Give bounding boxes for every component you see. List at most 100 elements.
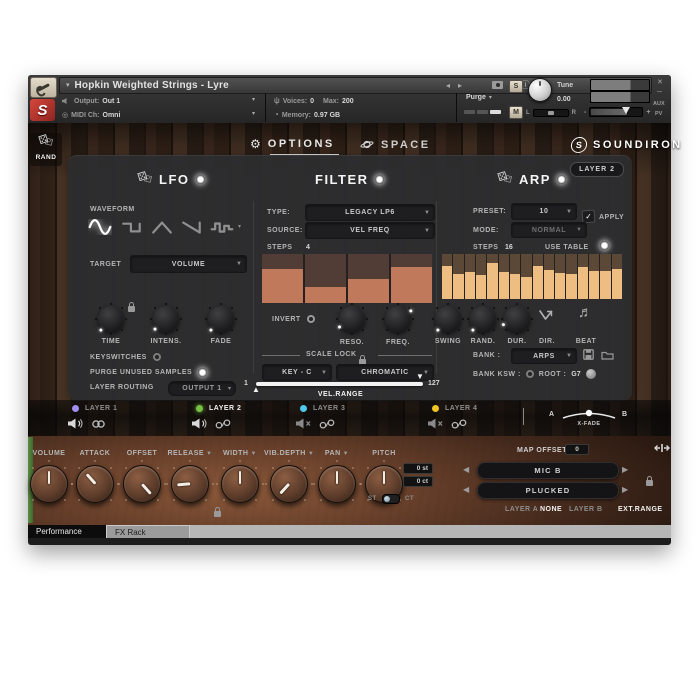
invert-control[interactable]: INVERT (272, 315, 315, 323)
arp-step-cell-4[interactable] (476, 254, 486, 299)
pv-label[interactable]: pv (655, 111, 662, 117)
mic-next-arrow[interactable]: ▶ (622, 466, 628, 474)
layer-a-button[interactable]: LAYER A (505, 506, 538, 513)
arp-beat-icon[interactable]: ♬ (578, 305, 593, 320)
arp-mode-dropdown[interactable]: NORMAL▼ (511, 222, 587, 238)
arp-step-cell-16[interactable] (612, 254, 622, 299)
bank-dropdown[interactable]: ARPS▼ (511, 348, 577, 364)
link-icon[interactable] (91, 416, 106, 434)
st-ct-toggle[interactable] (382, 494, 400, 504)
time-knob[interactable] (98, 306, 124, 332)
tab-space[interactable]: SPACE (360, 138, 431, 151)
knob-group-release[interactable]: RELEASE▼ (165, 442, 215, 503)
arp-step-cell-8[interactable] (521, 254, 531, 299)
pitch-cent-box[interactable]: 0 ct (403, 476, 433, 487)
xfade-slider[interactable] (560, 407, 618, 421)
arp-power-led[interactable] (557, 175, 566, 184)
articulation-prev-arrow[interactable]: ◀ (463, 486, 469, 494)
arp-step-cell-3[interactable] (465, 254, 475, 299)
tune-knob[interactable] (528, 78, 552, 102)
waveform-random-icon[interactable] (210, 219, 234, 235)
link-broken-icon[interactable] (451, 416, 467, 434)
filter-step-table[interactable] (262, 254, 432, 303)
globe-icon[interactable] (586, 369, 596, 379)
aux-label[interactable]: aux (653, 101, 665, 107)
knob-group-pan[interactable]: PAN▼ (312, 442, 362, 503)
arp-step-cell-14[interactable] (589, 254, 599, 299)
waveform-square-icon[interactable] (121, 219, 143, 235)
footer-tab-fx-rack[interactable]: FX Rack (106, 525, 190, 538)
arp-step-cell-13[interactable] (578, 254, 588, 299)
arp-step-cell-7[interactable] (510, 254, 520, 299)
knob-group-width[interactable]: WIDTH▼ (215, 442, 265, 503)
volume-control[interactable]: - + (584, 107, 650, 117)
knob-dropdown-caret-icon[interactable]: ▼ (343, 451, 349, 457)
prev-instrument-icon[interactable]: ◂ (446, 82, 450, 90)
arp-step-cell-1[interactable] (442, 254, 452, 299)
arp-step-table[interactable] (442, 254, 622, 299)
arp-direction-icon[interactable] (539, 309, 555, 322)
wood-knob[interactable] (270, 465, 308, 503)
filter-step-cell-3[interactable] (348, 254, 389, 303)
layer-item-2[interactable]: LAYER 2 (196, 404, 241, 434)
waveform-caret-icon[interactable]: ▾ (238, 224, 241, 230)
next-instrument-icon[interactable]: ▸ (458, 82, 462, 90)
pan-control[interactable]: L R (526, 109, 576, 117)
collapse-caret-icon[interactable]: ▾ (66, 82, 70, 89)
purge-unused-led[interactable] (198, 368, 207, 377)
volume-minus[interactable]: - (584, 109, 586, 116)
midi-row[interactable]: ◎ MIDI Ch: Omni (62, 109, 120, 121)
waveform-sine-icon[interactable] (88, 219, 112, 235)
speaker-on-icon[interactable] (192, 416, 208, 434)
filter-power-led[interactable] (375, 175, 384, 184)
layer-item-4[interactable]: LAYER 4 (432, 404, 477, 434)
toggle-knob[interactable] (384, 496, 390, 502)
midi-value[interactable]: Omni (103, 112, 121, 119)
volume-plus[interactable]: + (646, 109, 650, 116)
intensity-knob[interactable] (153, 306, 179, 332)
vel-range-slider[interactable] (256, 382, 423, 386)
lfo-dice-icon[interactable]: ⚄⚂ (138, 173, 153, 186)
bank-ksw-led[interactable] (526, 370, 534, 378)
waveform-triangle-icon[interactable] (151, 219, 173, 235)
bank-load-folder-icon[interactable] (601, 350, 614, 360)
fade-knob[interactable] (208, 306, 234, 332)
tab-options[interactable]: ⚙ OPTIONS (250, 138, 335, 150)
articulation-next-arrow[interactable]: ▶ (622, 486, 628, 494)
mute-button[interactable]: M (509, 106, 523, 119)
knob-group-offset[interactable]: OFFSET (117, 442, 167, 503)
arp-step-cell-15[interactable] (600, 254, 610, 299)
key-dropdown[interactable]: KEY - C▼ (262, 364, 332, 381)
none-button[interactable]: NONE (540, 506, 562, 513)
link-broken-icon[interactable] (215, 416, 231, 434)
knob-group-volume[interactable]: VOLUME (24, 442, 74, 503)
mic-selector[interactable]: MIC B (477, 462, 619, 479)
filter-step-cell-2[interactable] (305, 254, 346, 303)
arp-step-cell-11[interactable] (555, 254, 565, 299)
use-table-led[interactable] (600, 241, 609, 250)
swing-knob[interactable] (435, 306, 461, 332)
wood-knob[interactable] (76, 465, 114, 503)
mic-prev-arrow[interactable]: ◀ (463, 466, 469, 474)
link-broken-icon[interactable] (319, 416, 335, 434)
filter-type-dropdown[interactable]: LEGACY LP6▼ (305, 204, 435, 221)
arp-step-cell-6[interactable] (499, 254, 509, 299)
knob-group-vib-depth[interactable]: VIB.DEPTH▼ (264, 442, 314, 503)
max-value[interactable]: 200 (342, 98, 354, 105)
volume-slider[interactable] (589, 107, 643, 117)
crossfade-keys-icon[interactable] (653, 442, 671, 454)
arp-step-cell-5[interactable] (487, 254, 497, 299)
arp-dice-icon[interactable]: ⚄⚂ (498, 173, 513, 186)
footer-tab-performance[interactable]: Performance (28, 525, 106, 538)
ext-range-button[interactable]: EXT.RANGE (618, 506, 663, 513)
keyswitches-control[interactable]: KEYSWITCHES (90, 353, 161, 361)
root-value[interactable]: G7 (571, 371, 580, 378)
speaker-on-icon[interactable] (68, 416, 84, 434)
wood-knob[interactable] (123, 465, 161, 503)
wood-knob[interactable] (171, 465, 209, 503)
time-lock-icon[interactable] (128, 306, 135, 312)
speaker-muted-icon[interactable] (296, 416, 312, 434)
tune-value[interactable]: 0.00 (557, 96, 571, 103)
waveform-saw-icon[interactable] (181, 219, 203, 235)
arp-step-cell-9[interactable] (533, 254, 543, 299)
